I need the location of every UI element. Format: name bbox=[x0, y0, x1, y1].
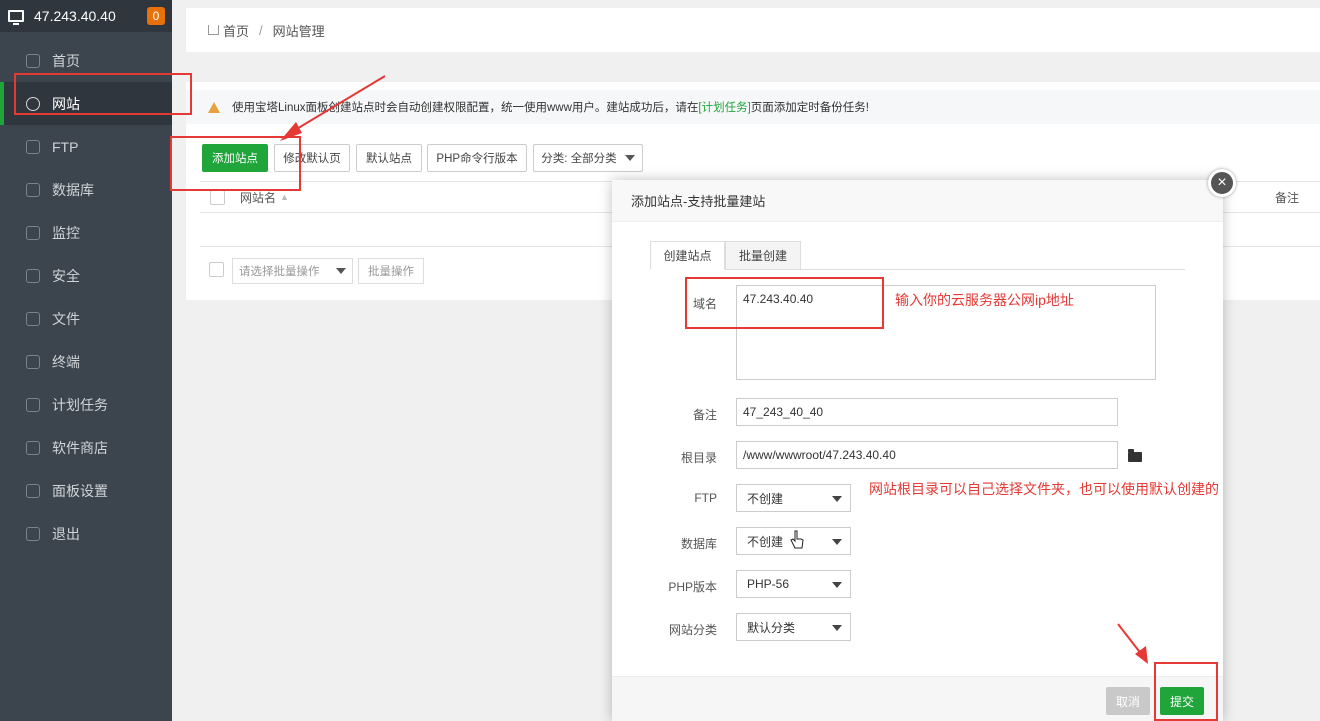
sidebar-item-label: 数据库 bbox=[52, 181, 94, 198]
server-ip: 47.243.40.40 bbox=[34, 8, 116, 24]
column-note: 备注 bbox=[1275, 190, 1300, 205]
ftp-label: FTP bbox=[694, 491, 717, 505]
sidebar-item-security[interactable]: 安全 bbox=[0, 254, 172, 297]
notice-suffix: 页面添加定时备份任务! bbox=[750, 102, 869, 114]
notice-link[interactable]: [计划任务] bbox=[698, 99, 750, 115]
batch-checkbox[interactable] bbox=[209, 262, 224, 277]
sidebar-item-label: 面板设置 bbox=[52, 482, 108, 499]
logout-icon bbox=[26, 526, 40, 541]
database-select-value: 不创建 bbox=[747, 534, 784, 549]
php-cli-button[interactable]: PHP命令行版本 bbox=[427, 144, 527, 172]
breadcrumb-current: 网站管理 bbox=[272, 23, 325, 39]
sidebar-item-label: 退出 bbox=[52, 525, 80, 542]
site-category-label: 网站分类 bbox=[668, 623, 717, 637]
tab-create-site[interactable]: 创建站点 bbox=[650, 241, 725, 270]
notice-prefix: 使用宝塔Linux面板创建站点时会自动创建权限配置，统一使用www用户。建站成功… bbox=[232, 102, 699, 114]
annotation-box-submit bbox=[1154, 662, 1218, 721]
sort-icon[interactable]: ▲ bbox=[280, 192, 289, 202]
sidebar-item-label: 安全 bbox=[52, 267, 80, 284]
site-category-select-value: 默认分类 bbox=[747, 620, 796, 635]
monitor-icon bbox=[26, 225, 40, 240]
sidebar-item-files[interactable]: 文件 bbox=[0, 297, 172, 340]
annotation-box-website bbox=[14, 73, 192, 115]
ftp-icon bbox=[26, 139, 40, 154]
close-icon[interactable]: × bbox=[1208, 169, 1236, 197]
sidebar-item-database[interactable]: 数据库 bbox=[0, 168, 172, 211]
php-version-label: PHP版本 bbox=[668, 580, 717, 594]
gear-icon bbox=[26, 483, 40, 498]
column-site-name[interactable]: 网站名 bbox=[240, 189, 276, 206]
category-filter-label: 分类: 全部分类 bbox=[541, 153, 617, 165]
batch-select[interactable]: 请选择批量操作 bbox=[232, 258, 353, 284]
notice-bar: 使用宝塔Linux面板创建站点时会自动创建权限配置，统一使用www用户。建站成功… bbox=[186, 90, 1320, 124]
sidebar-item-store[interactable]: 软件商店 bbox=[0, 426, 172, 469]
chevron-down-icon bbox=[624, 155, 635, 161]
database-label: 数据库 bbox=[680, 537, 717, 551]
grid-icon bbox=[26, 440, 40, 455]
sidebar-item-label: 软件商店 bbox=[52, 439, 108, 456]
note-input[interactable]: 47_243_40_40 bbox=[736, 398, 1118, 426]
folder-icon bbox=[26, 311, 40, 326]
warning-icon bbox=[208, 101, 220, 113]
dialog-tabs: 创建站点 批量创建 bbox=[650, 241, 1185, 270]
ftp-select-value: 不创建 bbox=[747, 491, 784, 506]
sidebar-item-label: 文件 bbox=[52, 310, 80, 327]
cancel-button[interactable]: 取消 bbox=[1106, 687, 1150, 715]
home-icon bbox=[26, 53, 40, 68]
add-site-dialog: 添加站点-支持批量建站 创建站点 批量创建 域名 47.243.40.40 备注… bbox=[612, 180, 1223, 721]
home-icon bbox=[208, 25, 219, 35]
chevron-down-icon bbox=[832, 539, 842, 545]
sidebar-item-ftp[interactable]: FTP bbox=[0, 125, 172, 168]
annotation-box-domain bbox=[685, 277, 884, 329]
notification-badge[interactable]: 0 bbox=[147, 7, 165, 25]
sidebar-item-monitor[interactable]: 监控 bbox=[0, 211, 172, 254]
site-category-select[interactable]: 默认分类 bbox=[736, 613, 851, 641]
root-dir-label: 根目录 bbox=[680, 451, 717, 465]
tab-batch-create[interactable]: 批量创建 bbox=[725, 241, 801, 270]
annotation-root-hint: 网站根目录可以自己选择文件夹，也可以使用默认创建的 bbox=[869, 481, 1219, 497]
breadcrumb-home[interactable]: 首页 bbox=[223, 21, 249, 40]
breadcrumb: 首页 / 网站管理 bbox=[186, 8, 1320, 52]
folder-open-icon[interactable] bbox=[1128, 449, 1142, 462]
sidebar-item-label: 终端 bbox=[52, 353, 80, 370]
ftp-select[interactable]: 不创建 bbox=[736, 484, 851, 512]
php-version-select-value: PHP-56 bbox=[747, 577, 790, 591]
batch-select-placeholder: 请选择批量操作 bbox=[239, 266, 320, 278]
chevron-down-icon bbox=[336, 268, 346, 274]
database-icon bbox=[26, 182, 40, 197]
annotation-domain-hint: 输入你的云服务器公网ip地址 bbox=[895, 292, 1074, 308]
terminal-icon bbox=[26, 354, 40, 369]
shield-icon bbox=[26, 268, 40, 283]
sidebar-item-settings[interactable]: 面板设置 bbox=[0, 469, 172, 512]
sidebar-item-label: 监控 bbox=[52, 224, 80, 241]
sidebar-item-cron[interactable]: 计划任务 bbox=[0, 383, 172, 426]
chevron-down-icon bbox=[832, 625, 842, 631]
sidebar-item-label: 首页 bbox=[52, 52, 80, 69]
default-site-button[interactable]: 默认站点 bbox=[356, 144, 422, 172]
sidebar-item-logout[interactable]: 退出 bbox=[0, 512, 172, 555]
batch-operate-button[interactable]: 批量操作 bbox=[358, 258, 424, 284]
server-header: 47.243.40.40 0 bbox=[0, 0, 172, 32]
monitor-icon bbox=[8, 10, 24, 25]
category-filter[interactable]: 分类: 全部分类 bbox=[533, 144, 643, 172]
chevron-down-icon bbox=[832, 496, 842, 502]
note-label: 备注 bbox=[692, 408, 717, 422]
select-all-checkbox[interactable] bbox=[210, 189, 225, 205]
annotation-box-add-site bbox=[170, 136, 301, 191]
dialog-footer: 取消 提交 bbox=[612, 676, 1223, 721]
sidebar-item-label: FTP bbox=[52, 138, 79, 155]
sidebar-item-label: 计划任务 bbox=[52, 396, 108, 413]
root-dir-input[interactable]: /www/wwwroot/47.243.40.40 bbox=[736, 441, 1118, 469]
hand-cursor-icon bbox=[790, 530, 804, 549]
sidebar-item-terminal[interactable]: 终端 bbox=[0, 340, 172, 383]
breadcrumb-separator: / bbox=[259, 22, 263, 38]
chevron-down-icon bbox=[832, 582, 842, 588]
dialog-title: 添加站点-支持批量建站 bbox=[612, 180, 1223, 222]
php-version-select[interactable]: PHP-56 bbox=[736, 570, 851, 598]
calendar-icon bbox=[26, 397, 40, 412]
